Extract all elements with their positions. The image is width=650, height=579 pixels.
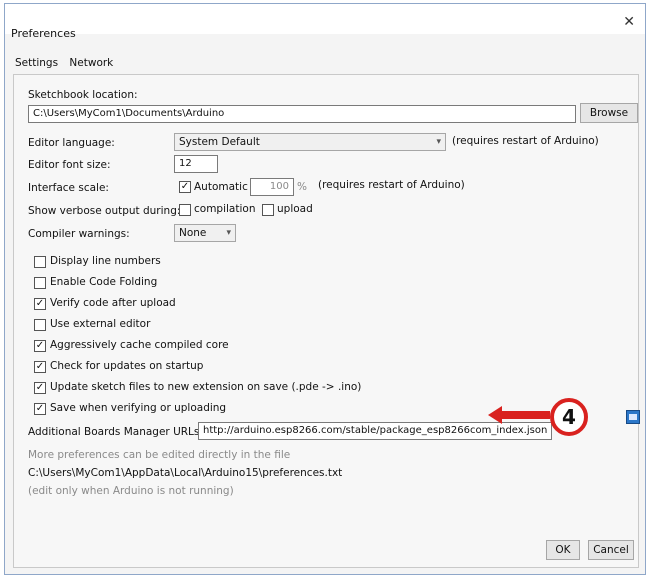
update-sketch-files-checkbox[interactable]: ✓ xyxy=(34,382,46,394)
editor-language-note: (requires restart of Arduino) xyxy=(452,135,599,147)
window-icon[interactable] xyxy=(626,410,640,424)
tab-network[interactable]: Network xyxy=(67,56,115,70)
enable-code-folding-checkbox[interactable] xyxy=(34,277,46,289)
compiler-warnings-select[interactable]: None ▾ xyxy=(174,224,236,242)
compilation-checkbox[interactable] xyxy=(179,204,191,216)
chevron-down-icon: ▾ xyxy=(436,137,441,147)
cancel-button[interactable]: Cancel xyxy=(588,540,634,560)
annotation-arrow xyxy=(498,411,550,419)
checkmark-icon: ✓ xyxy=(180,181,190,192)
annotation-arrowhead xyxy=(488,406,502,424)
upload-checkbox[interactable] xyxy=(262,204,274,216)
option-label: Aggressively cache compiled core xyxy=(50,339,229,351)
close-icon[interactable]: ✕ xyxy=(623,14,635,30)
verbose-output-label: Show verbose output during: xyxy=(28,205,181,217)
verify-code-after-upload-checkbox[interactable]: ✓ xyxy=(34,298,46,310)
interface-scale-field[interactable]: 100 xyxy=(250,178,294,196)
checkmark-icon: ✓ xyxy=(35,361,45,372)
option-label: Enable Code Folding xyxy=(50,276,158,288)
checkmark-icon: ✓ xyxy=(35,298,45,309)
boards-manager-label: Additional Boards Manager URLs: xyxy=(28,426,203,438)
option-label: Update sketch files to new extension on … xyxy=(50,381,362,393)
preferences-file-path: C:\Users\MyCom1\AppData\Local\Arduino15\… xyxy=(28,467,343,479)
editor-language-label: Editor language: xyxy=(28,137,115,149)
compilation-label: compilation xyxy=(194,203,256,215)
aggressively-cache-checkbox[interactable]: ✓ xyxy=(34,340,46,352)
editor-font-size-label: Editor font size: xyxy=(28,159,111,171)
option-label: Verify code after upload xyxy=(50,297,176,309)
browse-button[interactable]: Browse xyxy=(580,103,638,123)
automatic-checkbox[interactable]: ✓ xyxy=(179,181,191,193)
preferences-dialog: Preferences ✕ Settings Network Sketchboo… xyxy=(4,3,646,575)
upload-label: upload xyxy=(277,203,313,215)
checkmark-icon: ✓ xyxy=(35,340,45,351)
boards-manager-urls-field[interactable]: http://arduino.esp8266.com/stable/packag… xyxy=(198,422,552,440)
interface-scale-unit: % xyxy=(297,181,307,193)
save-when-verifying-checkbox[interactable]: ✓ xyxy=(34,403,46,415)
compiler-warnings-label: Compiler warnings: xyxy=(28,228,130,240)
use-external-editor-checkbox[interactable] xyxy=(34,319,46,331)
sketchbook-location-field[interactable]: C:\Users\MyCom1\Documents\Arduino xyxy=(28,105,576,123)
checkmark-icon: ✓ xyxy=(35,403,45,414)
tab-bar: Settings Network xyxy=(13,56,119,70)
edit-note: (edit only when Arduino is not running) xyxy=(28,485,234,497)
automatic-label: Automatic xyxy=(194,181,248,193)
more-preferences-note: More preferences can be edited directly … xyxy=(28,449,291,461)
sketchbook-label: Sketchbook location: xyxy=(28,89,138,101)
checkmark-icon: ✓ xyxy=(35,382,45,393)
compiler-warnings-value: None xyxy=(179,227,207,239)
interface-scale-note: (requires restart of Arduino) xyxy=(318,179,465,191)
check-updates-checkbox[interactable]: ✓ xyxy=(34,361,46,373)
settings-panel: Sketchbook location: C:\Users\MyCom1\Doc… xyxy=(13,74,639,568)
option-label: Check for updates on startup xyxy=(50,360,204,372)
option-label: Display line numbers xyxy=(50,255,161,267)
editor-language-value: System Default xyxy=(179,136,260,148)
editor-language-select[interactable]: System Default ▾ xyxy=(174,133,446,151)
option-label: Save when verifying or uploading xyxy=(50,402,227,414)
tab-settings[interactable]: Settings xyxy=(13,56,60,70)
ok-button[interactable]: OK xyxy=(546,540,580,560)
interface-scale-label: Interface scale: xyxy=(28,182,109,194)
display-line-numbers-checkbox[interactable] xyxy=(34,256,46,268)
option-label: Use external editor xyxy=(50,318,151,330)
step-badge: 4 xyxy=(550,398,588,436)
window-title: Preferences xyxy=(11,27,76,40)
editor-font-size-field[interactable]: 12 xyxy=(174,155,218,173)
chevron-down-icon: ▾ xyxy=(226,228,231,238)
title-bar xyxy=(5,4,645,34)
